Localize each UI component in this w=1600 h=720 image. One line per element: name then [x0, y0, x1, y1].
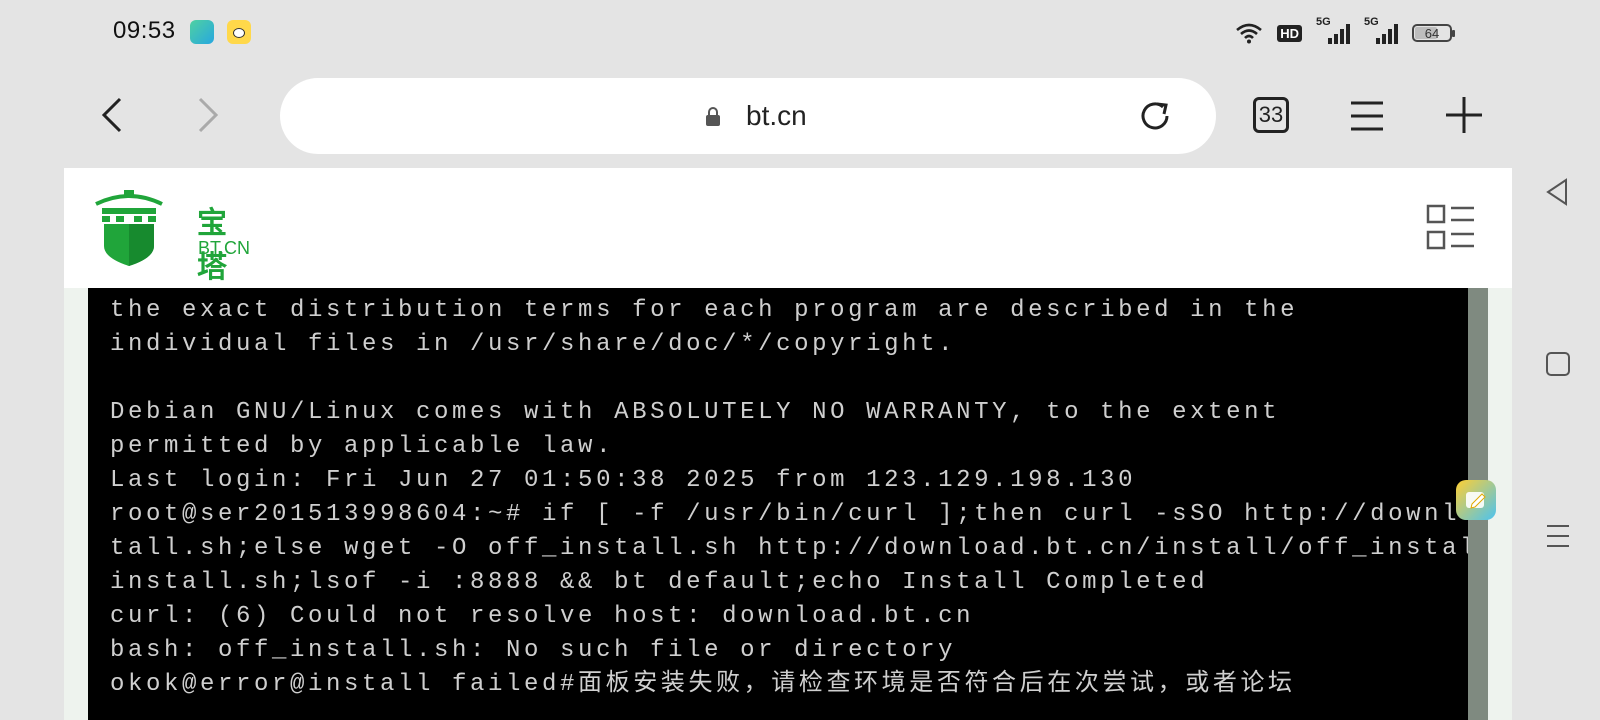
- castle-logo-icon: [95, 190, 163, 266]
- terminal-line: install.sh;lsof -i :8888 && bt default;e…: [110, 569, 1209, 596]
- terminal-line: root@ser201513998604:~# if [ -f /usr/bin…: [110, 501, 1488, 528]
- url-text[interactable]: bt.cn: [746, 100, 807, 132]
- forward-button[interactable]: [188, 95, 228, 135]
- wifi-icon: [1236, 23, 1263, 44]
- signal-2-label: 5G: [1364, 16, 1379, 28]
- terminal-line: Last login: Fri Jun 27 01:50:38 2025 fro…: [110, 467, 1137, 494]
- status-bar: 09:53 HD 5G 5G 64: [0, 0, 1600, 64]
- cartoon-app-icon: [227, 20, 251, 44]
- status-indicators: HD 5G 5G 64: [1235, 16, 1455, 48]
- floating-note-button[interactable]: [1456, 480, 1496, 520]
- back-icon: [101, 97, 122, 133]
- terminal-line: Debian GNU/Linux comes with ABSOLUTELY N…: [110, 399, 1281, 426]
- terminal-line: curl: (6) Could not resolve host: downlo…: [110, 603, 975, 630]
- terminal-line: tall.sh;else wget -O off_install.sh http…: [110, 535, 1488, 562]
- address-bar[interactable]: bt.cn: [280, 78, 1216, 154]
- home-square-icon[interactable]: [1542, 348, 1574, 380]
- signal-1-icon: 5G: [1316, 16, 1350, 44]
- recents-menu-icon[interactable]: [1542, 520, 1574, 552]
- status-time: 09:53: [113, 17, 176, 44]
- back-triangle-icon[interactable]: [1542, 176, 1574, 208]
- forward-icon: [198, 97, 219, 133]
- hd-badge: HD: [1277, 24, 1302, 42]
- terminal-line: bash: off_install.sh: No such file or di…: [110, 637, 957, 664]
- battery-level: 64: [1424, 25, 1440, 41]
- logo-english-text: BT.CN: [198, 238, 251, 258]
- signal-1-label: 5G: [1316, 16, 1331, 28]
- terminal-line: individual files in /usr/share/doc/*/cop…: [110, 331, 957, 358]
- battery-icon: 64: [1412, 24, 1455, 42]
- reload-icon[interactable]: [1135, 96, 1175, 136]
- lock-icon: [706, 107, 720, 126]
- app-notification-icon: [190, 20, 214, 44]
- tab-count: 33: [1258, 102, 1284, 127]
- terminal[interactable]: the exact distribution terms for each pr…: [88, 288, 1488, 720]
- back-button[interactable]: [92, 95, 132, 135]
- list-menu-icon[interactable]: [1426, 204, 1476, 252]
- system-navigation: [1528, 168, 1588, 720]
- terminal-line: permitted by applicable law.: [110, 433, 615, 460]
- terminal-container: the exact distribution terms for each pr…: [64, 288, 1512, 720]
- site-header: 宝塔 BT.CN: [64, 168, 1512, 289]
- webview: 宝塔 BT.CN the exact distribution terms fo…: [64, 168, 1512, 720]
- bt-logo[interactable]: 宝塔 BT.CN: [94, 190, 250, 284]
- terminal-line: the exact distribution terms for each pr…: [110, 297, 1299, 324]
- new-tab-icon[interactable]: [1444, 95, 1484, 135]
- terminal-output: the exact distribution terms for each pr…: [110, 294, 1488, 702]
- floating-note-icon: [1466, 492, 1486, 509]
- terminal-line: okok@error@install failed#面板安装失败，请检查环境是否…: [110, 671, 1296, 698]
- menu-icon[interactable]: [1347, 97, 1387, 135]
- signal-2-icon: 5G: [1364, 16, 1398, 44]
- tabs-button[interactable]: 33: [1253, 97, 1289, 133]
